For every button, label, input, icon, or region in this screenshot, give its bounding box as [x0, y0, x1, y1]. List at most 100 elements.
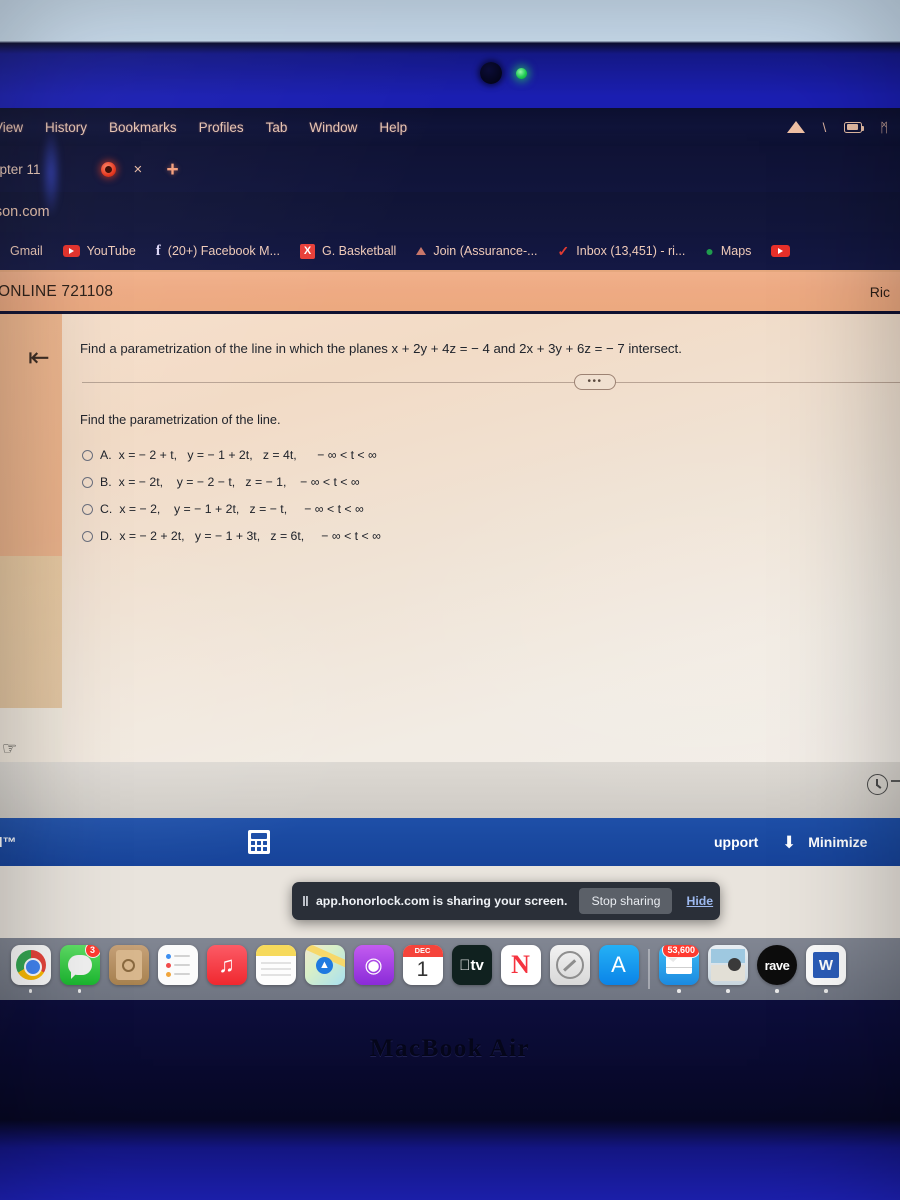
contacts-icon[interactable] [108, 945, 149, 986]
menu-item-view[interactable]: View [0, 120, 34, 135]
bookmark-facebook[interactable]: f (20+) Facebook M... [146, 243, 290, 260]
diagonal-line-icon[interactable]: \ [823, 120, 827, 135]
dock-item-reminders[interactable] [153, 945, 202, 993]
bookmarks-bar: Gmail YouTube f (20+) Facebook M... X G.… [0, 232, 900, 272]
bookmark-youtube[interactable]: YouTube [53, 244, 146, 258]
dock-item-calendar[interactable]: DEC 1 [398, 945, 447, 993]
rave-icon[interactable]: rave [757, 945, 797, 986]
calculator-icon[interactable] [248, 830, 270, 854]
minimize-group[interactable]: ⬇ Minimize [782, 834, 867, 851]
battery-icon[interactable] [844, 121, 865, 133]
clock-icon[interactable] [867, 774, 888, 795]
chevron-right-icon[interactable] [891, 780, 900, 782]
dock-item-app-store[interactable]: A [594, 945, 643, 993]
support-link[interactable]: upport [714, 834, 758, 850]
notes-icon[interactable] [255, 945, 296, 986]
music-icon[interactable]: ♫ [206, 945, 247, 986]
menu-item-history[interactable]: History [34, 120, 98, 135]
dock-item-maps[interactable]: ▲ [300, 945, 349, 993]
stop-sharing-button[interactable]: Stop sharing [579, 888, 673, 914]
menu-item-tab[interactable]: Tab [255, 120, 299, 135]
answer-choice-a[interactable]: A. x = − 2 + t, y = − 1 + 2t, z = 4t, − … [82, 448, 381, 462]
radio-button[interactable] [82, 476, 93, 488]
photograph-frame: View History Bookmarks Profiles Tab Wind… [0, 0, 900, 1200]
triangle-indicator-icon[interactable] [786, 121, 805, 133]
bluetooth-icon[interactable]: ᛗ [880, 120, 888, 135]
pin-icon: ● [705, 243, 714, 259]
calendar-icon[interactable]: DEC 1 [402, 945, 443, 986]
apple-tv-icon[interactable]: tv [451, 945, 492, 986]
podcasts-icon[interactable]: ◉ [353, 945, 394, 986]
menu-item-window[interactable]: Window [298, 120, 368, 135]
dock-item-podcasts[interactable]: ◉ [349, 945, 398, 993]
running-indicator [127, 989, 131, 993]
running-indicator [225, 989, 229, 993]
maps-icon[interactable]: ▲ [304, 945, 345, 986]
browser-tab-strip: apter 11 × + [0, 146, 900, 192]
download-icon[interactable]: ⬇ [782, 834, 796, 851]
dock-item-mail[interactable]: 53,600 [655, 945, 704, 993]
menu-item-bookmarks[interactable]: Bookmarks [98, 120, 188, 135]
dock-divider [648, 949, 650, 989]
dock-item-contacts[interactable] [104, 945, 153, 993]
answer-choice-d[interactable]: D. x = − 2 + 2t, y = − 1 + 3t, z = 6t, −… [82, 529, 381, 543]
mail-icon[interactable]: 53,600 [659, 945, 699, 986]
choice-text: x = − 2, y = − 1 + 2t, z = − t, − ∞ < t … [119, 502, 364, 516]
new-tab-icon[interactable]: + [166, 159, 178, 180]
photos-icon[interactable] [708, 945, 748, 986]
dock-item-word[interactable]: W [802, 945, 851, 993]
dock-item-chrome[interactable] [6, 945, 55, 993]
dock-item-news[interactable]: N [496, 945, 545, 993]
bookmark-youtube-extra[interactable] [761, 245, 800, 257]
recording-dot-icon [100, 161, 116, 177]
dock-item-notes[interactable] [251, 945, 300, 993]
dock-item-messages[interactable]: 3 [55, 945, 104, 993]
radio-button[interactable] [82, 503, 93, 515]
safari-icon[interactable] [549, 945, 590, 986]
user-name[interactable]: Ric [870, 284, 890, 300]
question-statement: Find a parametrization of the line in wh… [80, 341, 682, 356]
dock-item-safari[interactable] [545, 945, 594, 993]
more-options-ellipsis-button[interactable]: ••• [574, 374, 616, 390]
radio-button[interactable] [82, 449, 93, 461]
news-icon[interactable]: N [500, 945, 541, 986]
radio-button[interactable] [82, 530, 93, 542]
running-indicator [677, 989, 681, 993]
laptop-screen: View History Bookmarks Profiles Tab Wind… [0, 108, 900, 1000]
bookmark-inbox[interactable]: ✓ Inbox (13,451) - ri... [548, 243, 696, 260]
bookmark-g-basketball[interactable]: X G. Basketball [290, 243, 406, 259]
bookmark-maps[interactable]: ● Maps [695, 243, 761, 259]
dock-item-music[interactable]: ♫ [202, 945, 251, 993]
running-indicator [617, 989, 621, 993]
word-icon[interactable]: W [806, 945, 846, 986]
screen-sharing-message: app.honorlock.com is sharing your screen… [315, 894, 568, 908]
menu-item-profiles[interactable]: Profiles [188, 120, 255, 135]
running-indicator [176, 989, 180, 993]
hide-link[interactable]: Hide [686, 894, 713, 908]
app-store-icon[interactable]: A [598, 945, 639, 986]
answer-choice-b[interactable]: B. x = − 2t, y = − 2 − t, z = − 1, − ∞ <… [82, 475, 381, 489]
triangle-icon [416, 247, 427, 255]
close-icon[interactable]: × [134, 161, 143, 178]
tab-chapter-11[interactable]: apter 11 [0, 162, 41, 177]
choice-text: x = − 2 + 2t, y = − 1 + 3t, z = 6t, − ∞ … [119, 529, 381, 543]
dock-item-apple-tv[interactable]: tv [447, 945, 496, 993]
minimize-label[interactable]: Minimize [808, 834, 867, 850]
dock-item-rave[interactable]: rave [753, 945, 802, 993]
bookmark-join-assurance[interactable]: Join (Assurance-... [406, 244, 547, 258]
choice-letter: A. [100, 448, 112, 462]
running-indicator [421, 989, 425, 993]
answer-choice-c[interactable]: C. x = − 2, y = − 1 + 2t, z = − t, − ∞ <… [82, 502, 381, 516]
chrome-icon[interactable] [10, 945, 51, 986]
reminders-icon[interactable] [157, 945, 198, 986]
bookmark-label: Join (Assurance-... [433, 244, 538, 258]
dock-item-photos[interactable] [704, 945, 753, 993]
browser-address-bar[interactable]: rson.com [0, 192, 900, 232]
question-prompt: Find the parametrization of the line. [80, 412, 281, 427]
menu-item-help[interactable]: Help [368, 120, 418, 135]
messages-icon[interactable]: 3 [59, 945, 100, 986]
pause-icon[interactable]: ‖ [302, 893, 309, 909]
bookmark-gmail[interactable]: Gmail [0, 244, 53, 258]
excel-icon: X [299, 243, 315, 259]
skip-to-start-icon[interactable]: ⇤ [28, 342, 50, 373]
